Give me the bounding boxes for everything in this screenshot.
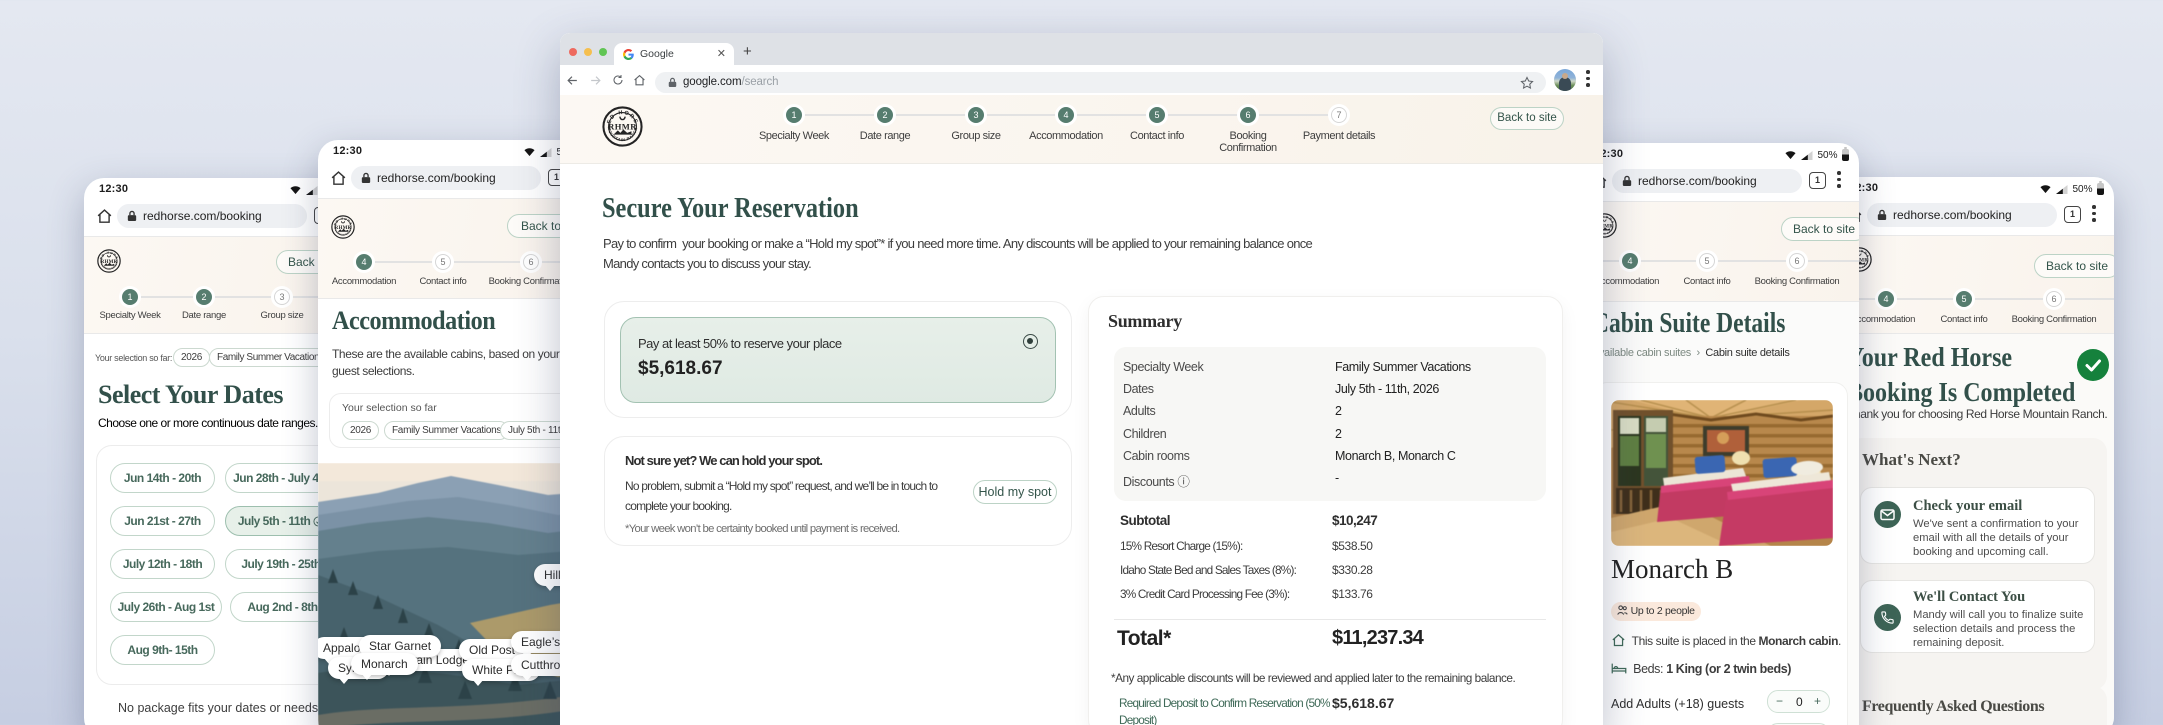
svg-text:RHMR: RHMR <box>608 121 637 131</box>
